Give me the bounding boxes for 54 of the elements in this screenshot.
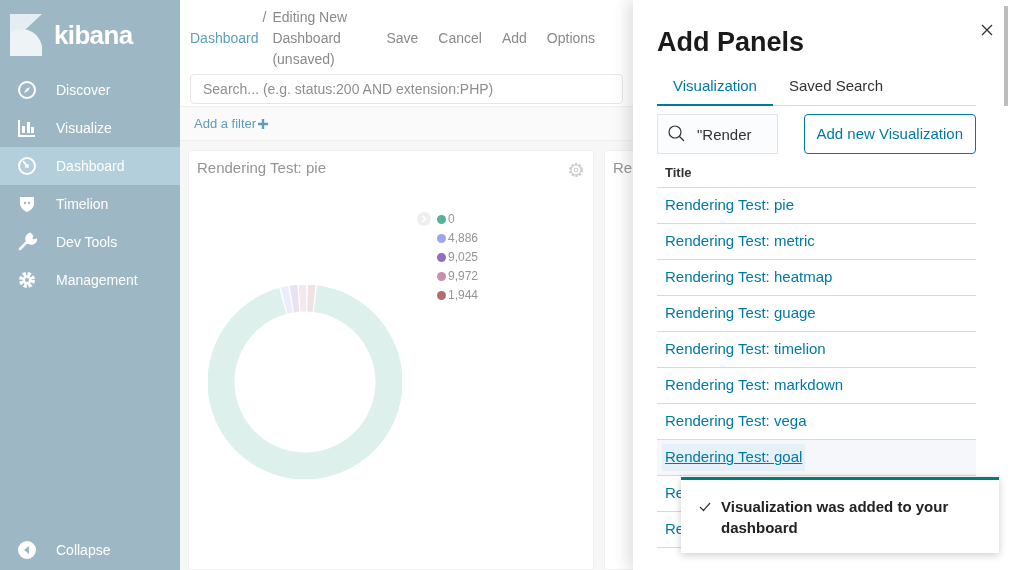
logo-icon — [10, 14, 42, 56]
table-row[interactable]: Rendering Test: heatmap — [657, 260, 976, 296]
breadcrumb-link[interactable]: Dashboard — [190, 28, 259, 49]
scrollbar[interactable] — [1004, 6, 1008, 106]
table-row[interactable]: Rendering Test: pie — [657, 188, 976, 224]
close-button[interactable] — [979, 22, 995, 38]
legend-label[interactable]: 4,886 — [448, 229, 479, 247]
tab[interactable]: Visualization — [657, 68, 773, 106]
plus-icon — [258, 118, 269, 129]
gauge-icon — [17, 156, 37, 176]
visualization-link[interactable]: Rendering Test: vega — [662, 408, 810, 435]
bar-chart-icon — [17, 118, 37, 138]
add-filter-link[interactable]: Add a filter — [194, 113, 269, 134]
nav-action-link[interactable]: Options — [546, 28, 596, 49]
close-icon — [981, 24, 993, 36]
shield-icon — [17, 194, 37, 214]
visualization-link[interactable]: Rendering Test: guage — [662, 300, 819, 327]
legend-label[interactable]: 9,025 — [448, 248, 479, 266]
search-field[interactable]: "Render — [657, 114, 778, 154]
visualization-link[interactable]: Rendering Test: pie — [662, 192, 797, 219]
collapse-icon — [17, 540, 37, 560]
legend-label[interactable]: 0 — [448, 210, 455, 228]
nav-action-link[interactable]: Save — [386, 28, 419, 49]
table-row[interactable]: Rendering Test: guage — [657, 296, 976, 332]
table-row[interactable]: Rendering Test: timelion — [657, 332, 976, 368]
table-row[interactable]: Rendering Test: markdown — [657, 368, 976, 404]
visualization-link[interactable]: Rendering Test: markdown — [662, 372, 847, 399]
gear-icon — [17, 270, 37, 290]
nav-action-link[interactable]: Add — [501, 28, 527, 49]
legend-label[interactable]: 1,944 — [448, 286, 479, 304]
table-row[interactable]: Rendering Test: goal — [657, 440, 976, 476]
breadcrumb-separator: / — [262, 8, 267, 27]
panel-title: Re — [613, 158, 633, 178]
visualization-link[interactable]: Rendering Test: metric — [662, 228, 818, 255]
query-field[interactable]: Search... (e.g. status:200 AND extension:PHP) — [190, 74, 623, 104]
visualization-link[interactable]: Rendering Test: heatmap — [662, 264, 836, 291]
compass-icon — [17, 80, 37, 100]
nav-action-link[interactable]: Cancel — [438, 28, 482, 49]
wrench-icon — [17, 232, 37, 252]
flyout-title: Add Panels — [657, 26, 806, 59]
tab[interactable]: Saved Search — [772, 68, 900, 106]
add-visualization-button[interactable]: Add new Visualization — [803, 114, 976, 154]
column-header[interactable]: Title — [665, 162, 692, 183]
table-row[interactable]: Rendering Test: metric — [657, 224, 976, 260]
panel-title: Rendering Test: pie — [197, 158, 326, 178]
brand-name: kibana — [54, 18, 133, 52]
search-icon — [668, 125, 685, 142]
check-icon — [699, 501, 711, 513]
visualization-link[interactable]: Rendering Test: goal — [662, 444, 806, 471]
visualization-link[interactable]: Rendering Test: timelion — [662, 336, 829, 363]
legend-label[interactable]: 9,972 — [448, 267, 479, 285]
toast-message: Visualization was added to your dashboard — [721, 497, 950, 538]
page-title: Editing New Dashboard (unsaved) — [272, 8, 349, 69]
settings-icon[interactable] — [567, 161, 585, 180]
